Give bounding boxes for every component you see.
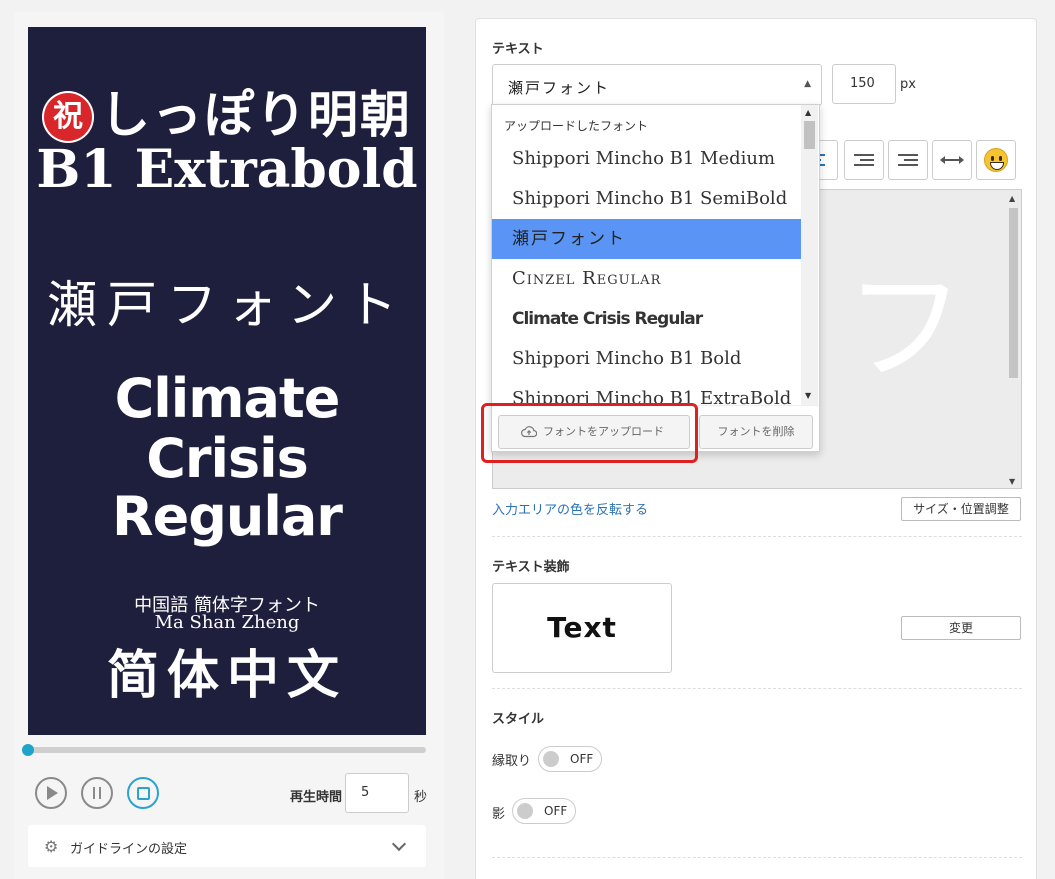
- progress-knob[interactable]: [22, 744, 34, 756]
- preview-climate-line1: Climate: [114, 367, 341, 430]
- font-option[interactable]: Climate Crisis Regular: [492, 299, 803, 339]
- font-option[interactable]: Shippori Mincho B1 SemiBold: [492, 179, 803, 219]
- scroll-thumb[interactable]: [804, 121, 815, 149]
- preview-title-line2: B1 Extrabold: [36, 139, 418, 200]
- playback-time-label: 再生時間: [290, 790, 343, 805]
- celebration-badge-icon: 祝: [42, 91, 94, 143]
- size-position-button[interactable]: サイズ・位置調整: [901, 497, 1021, 521]
- chevron-down-icon: [391, 836, 407, 852]
- invert-color-link[interactable]: 入力エリアの色を反転する: [492, 499, 648, 518]
- preview-canvas[interactable]: 祝しっぽり明朝 B1 Extrabold 瀬戸フォント Climate Cris…: [28, 27, 426, 735]
- text-area-scrollbar[interactable]: ▲ ▼: [1007, 192, 1019, 488]
- guideline-label: ガイドラインの設定: [70, 842, 188, 857]
- shadow-toggle[interactable]: OFF: [512, 798, 576, 824]
- scroll-down-icon[interactable]: ▼: [805, 391, 811, 400]
- guideline-settings-accordion[interactable]: ⚙ ガイドラインの設定: [28, 825, 426, 867]
- line-height-button[interactable]: [888, 140, 928, 180]
- horizontal-arrows-icon: [940, 156, 964, 164]
- scroll-thumb[interactable]: [1009, 208, 1018, 378]
- font-option-list: Shippori Mincho B1 Medium Shippori Minch…: [492, 139, 803, 405]
- outline-toggle-state: OFF: [570, 752, 594, 766]
- font-option[interactable]: Shippori Mincho B1 ExtraBold: [492, 379, 803, 405]
- preview-title-line1: 祝しっぽり明朝: [28, 75, 426, 147]
- gear-icon: ⚙: [44, 837, 59, 856]
- scroll-down-icon[interactable]: ▼: [1009, 477, 1015, 486]
- font-option-selected[interactable]: 瀬戸フォント: [492, 219, 803, 259]
- shadow-toggle-state: OFF: [544, 804, 568, 818]
- font-size-input[interactable]: 150: [832, 64, 896, 104]
- outline-label: 縁取り: [492, 754, 532, 769]
- font-option[interactable]: Shippori Mincho B1 Medium: [492, 139, 803, 179]
- change-decoration-button[interactable]: 変更: [901, 616, 1021, 640]
- pause-icon: [93, 787, 101, 799]
- line-height-icon: [898, 151, 918, 169]
- delete-font-button[interactable]: フォントを削除: [699, 415, 813, 449]
- font-size-unit: px: [900, 77, 916, 92]
- style-section-label: スタイル: [492, 712, 545, 727]
- preview-panel: 祝しっぽり明朝 B1 Extrabold 瀬戸フォント Climate Cris…: [14, 12, 444, 879]
- toggle-knob: [517, 803, 533, 819]
- stop-icon: [136, 786, 150, 800]
- align-right-button[interactable]: [844, 140, 884, 180]
- font-option[interactable]: Cinzel Regular: [492, 259, 803, 299]
- play-button[interactable]: [35, 777, 67, 809]
- scroll-up-icon[interactable]: ▲: [805, 108, 811, 117]
- caret-up-icon: ▲: [804, 79, 811, 89]
- font-dropdown[interactable]: アップロードしたフォント Shippori Mincho B1 Medium S…: [491, 104, 820, 452]
- divider: [492, 688, 1022, 689]
- stop-button[interactable]: [127, 777, 159, 809]
- font-option[interactable]: Shippori Mincho B1 Bold: [492, 339, 803, 379]
- preview-chinese-sample: 简体中文: [106, 645, 347, 706]
- dropdown-group-label: アップロードしたフォント: [504, 119, 649, 133]
- toggle-knob: [543, 751, 559, 767]
- dropdown-scrollbar[interactable]: ▲ ▼: [801, 105, 818, 405]
- letter-spacing-button[interactable]: [932, 140, 972, 180]
- divider: [492, 857, 1022, 858]
- pause-button[interactable]: [81, 777, 113, 809]
- font-select[interactable]: 瀬戸フォント ▲: [492, 64, 822, 106]
- scroll-up-icon[interactable]: ▲: [1009, 194, 1015, 203]
- preview-climate-line3: Regular: [112, 485, 343, 548]
- font-select-value: 瀬戸フォント: [508, 79, 611, 97]
- outline-toggle[interactable]: OFF: [538, 746, 602, 772]
- align-right-icon: [854, 151, 874, 169]
- preview-title-text: しっぽり明朝: [100, 85, 412, 144]
- text-area-glyph: フ: [845, 259, 965, 398]
- preview-climate-line2: Crisis: [146, 427, 309, 490]
- divider: [492, 536, 1022, 537]
- playback-time-input[interactable]: 5: [345, 773, 409, 813]
- play-icon: [47, 786, 58, 800]
- decoration-section-label: テキスト装飾: [492, 560, 570, 575]
- playback-time-unit: 秒: [414, 790, 428, 805]
- emoji-icon: [984, 148, 1008, 172]
- preview-font-name: Ma Shan Zheng: [154, 612, 300, 633]
- decoration-preview: Text: [492, 583, 672, 673]
- preview-seto-text: 瀬戸フォント: [47, 276, 407, 334]
- shadow-label: 影: [492, 807, 506, 822]
- emoji-button[interactable]: [976, 140, 1016, 180]
- playback-progress-bar[interactable]: [22, 744, 426, 756]
- text-section-label: テキスト: [492, 42, 544, 57]
- highlight-annotation: [481, 403, 698, 463]
